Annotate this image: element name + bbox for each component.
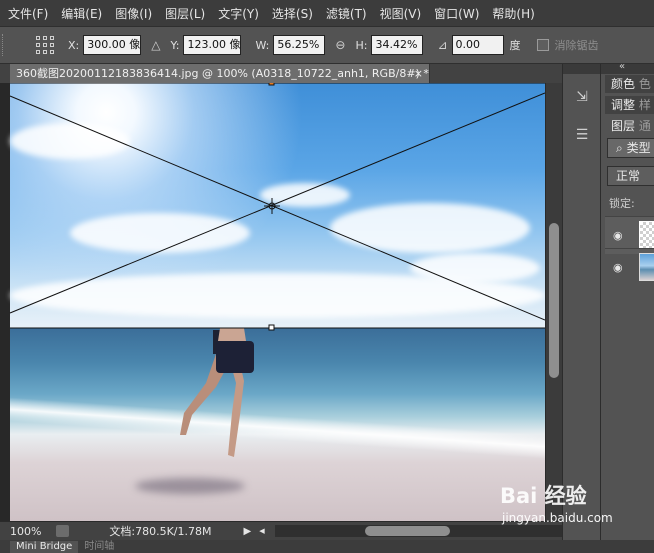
watermark-url: jingyan.baidu.com <box>502 511 613 525</box>
bottom-panel-tabs: Mini Bridge 时间轴 <box>0 540 654 553</box>
angle-unit: 度 <box>509 39 521 52</box>
panel-header: « <box>601 61 654 74</box>
collapse-panels-icon[interactable]: « <box>619 61 625 72</box>
vertical-scrollbar[interactable] <box>545 83 562 521</box>
menu-view[interactable]: 视图(V) <box>380 5 422 22</box>
x-input[interactable]: 300.00 像素 <box>83 35 142 55</box>
tab-mini-bridge[interactable]: Mini Bridge <box>10 541 79 553</box>
tab-adjustments[interactable]: 调整 样 <box>605 96 654 114</box>
menu-image[interactable]: 图像(I) <box>115 5 152 22</box>
doc-info-icon[interactable] <box>55 525 70 537</box>
y-input[interactable]: 123.00 像素 <box>183 35 242 55</box>
horizontal-scroll-thumb[interactable] <box>364 526 450 536</box>
y-label: Y: <box>170 38 180 52</box>
layers-panel: « 颜色 色 调整 样 图层 通 ⌕ 类型 正常 锁定: ◉ ◉ <box>600 61 654 540</box>
width-input[interactable]: 56.25% <box>273 35 326 55</box>
menu-window[interactable]: 窗口(W) <box>434 5 479 22</box>
baidu-watermark: Bai 经验 jingyan.baidu.com <box>500 480 650 540</box>
layer-thumbnail <box>639 221 654 249</box>
antialias-label: 消除锯齿 <box>554 39 599 52</box>
zoom-level[interactable]: 100% <box>10 525 56 538</box>
options-grip-handle[interactable] <box>2 34 8 56</box>
link-icon[interactable]: ⊖ <box>335 38 345 52</box>
layer-thumbnail <box>639 253 654 281</box>
menu-file[interactable]: 文件(F) <box>8 5 48 22</box>
angle-input[interactable]: 0.00 <box>451 35 504 55</box>
tab-timeline[interactable]: 时间轴 <box>78 541 120 553</box>
height-input[interactable]: 34.42% <box>371 35 424 55</box>
antialias-checkbox[interactable] <box>536 39 549 51</box>
menu-help[interactable]: 帮助(H) <box>492 5 534 22</box>
menu-edit[interactable]: 编辑(E) <box>61 5 102 22</box>
canvas-area[interactable] <box>0 83 545 521</box>
scroll-left-arrow-icon[interactable]: ◀ <box>259 527 264 535</box>
document-tab-title: 360截图20200112183836414.jpg @ 100% (A0318… <box>16 67 429 80</box>
status-bar: 100% 文档:780.5K/1.78M ▶ ◀ <box>0 521 562 540</box>
search-icon: ⌕ <box>616 141 623 155</box>
visibility-eye-icon[interactable]: ◉ <box>613 261 625 274</box>
history-icon[interactable]: ⇲ <box>573 88 591 106</box>
vertical-scroll-thumb[interactable] <box>549 223 559 378</box>
blend-mode-select[interactable]: 正常 <box>607 166 654 186</box>
top-handle[interactable] <box>268 83 275 86</box>
watermark-logo: Bai 经验 <box>500 484 587 508</box>
tab-color[interactable]: 颜色 色 <box>605 75 654 93</box>
menu-select[interactable]: 选择(S) <box>272 5 313 22</box>
panel-icon-strip: ⇲ ☰ <box>562 64 601 540</box>
menu-layer[interactable]: 图层(L) <box>165 5 205 22</box>
status-menu-arrow-icon[interactable]: ▶ <box>244 526 252 537</box>
properties-icon[interactable]: ☰ <box>573 126 591 144</box>
close-tab-icon[interactable]: × <box>414 64 423 83</box>
lock-label: 锁定: <box>609 197 635 210</box>
visibility-eye-icon[interactable]: ◉ <box>613 229 625 242</box>
layer-row-background[interactable]: ◉ <box>605 248 654 286</box>
runner-figure <box>180 328 254 457</box>
reference-point-grid-icon[interactable] <box>36 36 54 54</box>
rotate-angle-icon: ⊿ <box>437 38 448 52</box>
document-size-info: 文档:780.5K/1.78M <box>109 525 212 538</box>
strip-header <box>563 64 601 74</box>
options-bar: X: 300.00 像素 △ Y: 123.00 像素 W: 56.25% ⊖ … <box>0 26 654 64</box>
menu-bar: 文件(F) 编辑(E) 图像(I) 图层(L) 文字(Y) 选择(S) 滤镜(T… <box>0 0 654 26</box>
x-label: X: <box>68 38 80 52</box>
menu-filter[interactable]: 滤镜(T) <box>326 5 367 22</box>
transform-overlay <box>9 83 545 457</box>
layer-filter-select[interactable]: ⌕ 类型 <box>607 138 654 158</box>
relative-position-icon[interactable]: △ <box>151 38 160 52</box>
tab-layers[interactable]: 图层 通 <box>605 117 654 135</box>
w-label: W: <box>255 38 270 52</box>
menu-type[interactable]: 文字(Y) <box>218 5 259 22</box>
bottom-handle[interactable] <box>268 324 275 331</box>
document-tab[interactable]: 360截图20200112183836414.jpg @ 100% (A0318… <box>10 64 430 83</box>
h-label: H: <box>355 38 368 52</box>
